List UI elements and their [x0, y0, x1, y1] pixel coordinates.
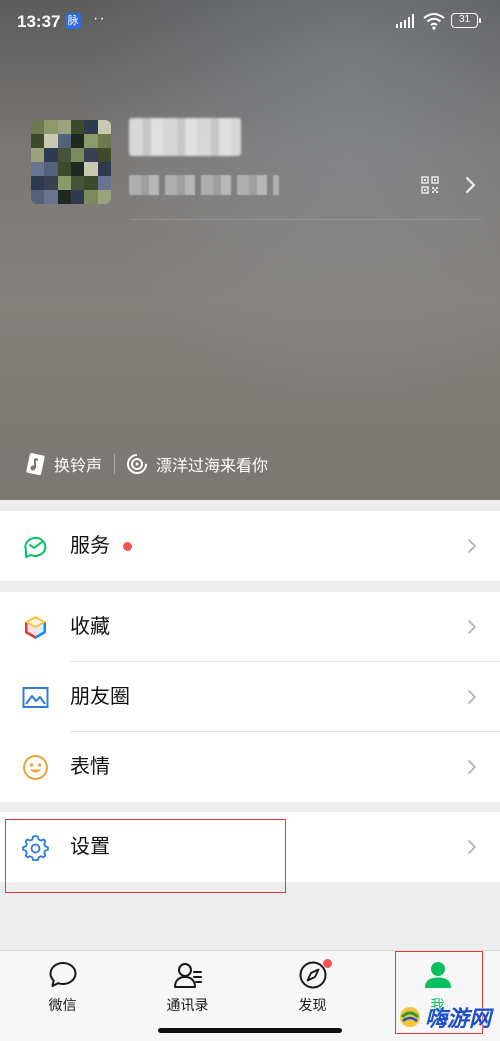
chat-bubble-icon: [49, 962, 77, 987]
change-ringtone-button[interactable]: 换铃声: [54, 452, 102, 476]
menu-item-stickers[interactable]: 表情: [0, 732, 500, 802]
menu-item-label: 收藏: [70, 616, 110, 638]
menu-item-label: 朋友圈: [70, 686, 130, 708]
watermark-text: 嗨游网: [425, 1006, 492, 1031]
chevron-right-icon: [468, 690, 476, 704]
home-indicator[interactable]: [158, 1028, 342, 1033]
settings-highlight-annotation: [5, 819, 286, 893]
services-group: 服务: [0, 511, 500, 581]
profile-wechat-id: [129, 175, 279, 195]
tab-label: 发现: [298, 997, 327, 1013]
status-row: 换铃声 漂洋过海来看你: [24, 451, 268, 477]
watermark-logo-icon: [400, 1007, 420, 1027]
music-disc-icon: [127, 454, 148, 474]
profile-nickname: [129, 118, 241, 156]
smiley-icon: [23, 755, 48, 780]
menu-item-label: 服务: [70, 535, 110, 557]
status-time: 13:37: [17, 12, 61, 31]
profile-header: 13:37 脉 ·· 31 换铃声 漂洋过海来看你: [0, 0, 500, 500]
chevron-right-icon: [468, 840, 476, 854]
wifi-icon: [423, 13, 445, 30]
status-song[interactable]: 漂洋过海来看你: [126, 452, 268, 476]
signal-icon: [396, 14, 414, 28]
chevron-right-icon: [468, 620, 476, 634]
battery-icon: 31: [451, 13, 481, 28]
moments-image-icon: [22, 687, 49, 708]
notification-app-badge: 脉: [65, 13, 81, 29]
contacts-icon: [174, 963, 202, 988]
song-name: 漂洋过海来看你: [156, 458, 269, 475]
avatar[interactable]: [31, 120, 111, 204]
menu-item-label: 表情: [70, 756, 110, 778]
header-divider: [131, 219, 481, 220]
menu-item-services[interactable]: 服务: [0, 511, 500, 581]
discover-badge: [323, 959, 332, 968]
tab-chats[interactable]: 微信: [0, 951, 125, 1031]
tab-discover[interactable]: 发现: [250, 951, 375, 1031]
services-badge: [123, 542, 132, 551]
qr-code-icon[interactable]: [421, 176, 439, 194]
watermark: 嗨游网: [398, 1000, 491, 1034]
status-row-separator: [114, 454, 116, 474]
profile-chevron-right-icon[interactable]: [465, 176, 477, 194]
favorites-cube-icon: [25, 616, 46, 639]
status-bar: 13:37 脉 ·· 31: [0, 0, 500, 42]
status-dots: ··: [93, 10, 106, 27]
services-icon: [24, 536, 47, 558]
chevron-right-icon: [468, 760, 476, 774]
content-group: 收藏 朋友圈 表情: [0, 592, 500, 802]
tab-label: 通讯录: [166, 997, 209, 1013]
chevron-right-icon: [468, 539, 476, 553]
tab-label: 微信: [48, 997, 77, 1013]
menu-item-moments[interactable]: 朋友圈: [0, 662, 500, 732]
tab-contacts[interactable]: 通讯录: [125, 951, 250, 1031]
menu-item-favorites[interactable]: 收藏: [0, 592, 500, 662]
ringtone-icon: [26, 453, 45, 476]
